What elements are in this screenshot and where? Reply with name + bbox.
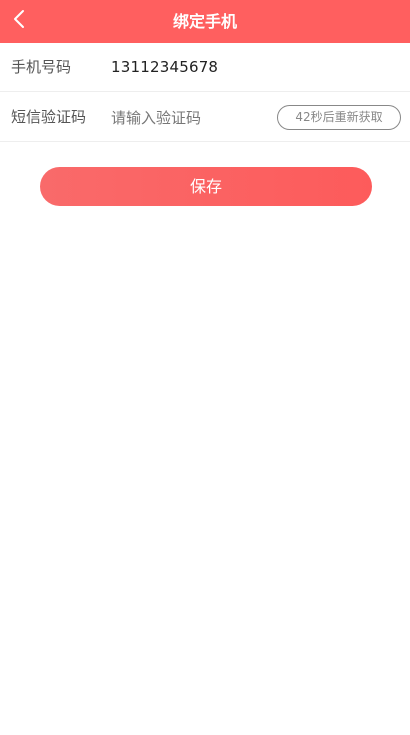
header-bar: 绑定手机 bbox=[0, 0, 410, 43]
bind-phone-page: 绑定手机 手机号码 13112345678 短信验证码 42秒后重新获取 保存 bbox=[0, 0, 410, 735]
resend-code-button[interactable]: 42秒后重新获取 bbox=[277, 105, 401, 130]
page-title: 绑定手机 bbox=[172, 12, 237, 31]
chevron-left-icon bbox=[14, 10, 24, 28]
save-button[interactable]: 保存 bbox=[40, 167, 372, 206]
phone-label: 手机号码 bbox=[11, 58, 72, 76]
back-button[interactable] bbox=[6, 5, 34, 33]
sms-code-row: 短信验证码 42秒后重新获取 bbox=[0, 93, 410, 142]
phone-value: 13112345678 bbox=[111, 58, 219, 76]
phone-row: 手机号码 13112345678 bbox=[0, 43, 410, 92]
sms-code-label: 短信验证码 bbox=[11, 108, 87, 126]
sms-code-input[interactable] bbox=[111, 105, 261, 130]
